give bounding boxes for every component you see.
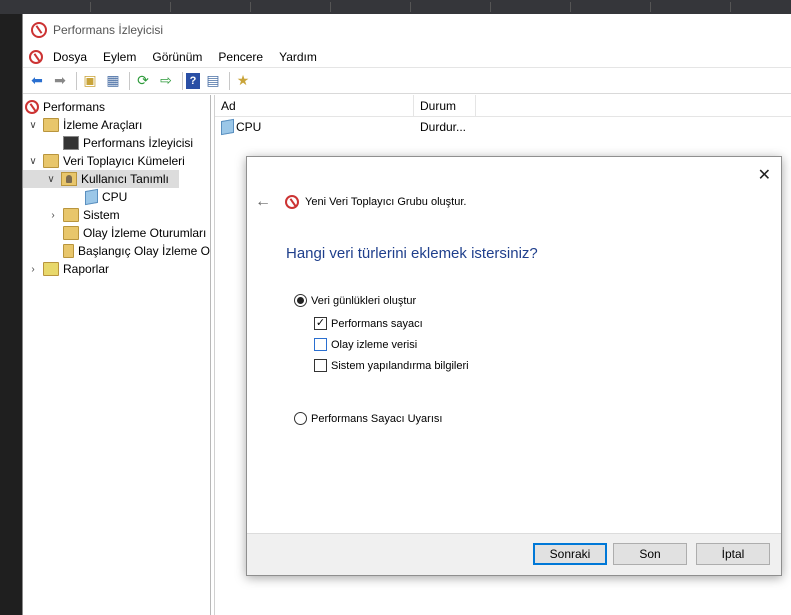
monitor-chart-icon xyxy=(63,136,79,150)
window-title: Performans İzleyicisi xyxy=(53,23,164,37)
menu-bar: Dosya Eylem Görünüm Pencere Yardım xyxy=(23,46,791,68)
radio-create-data-logs[interactable]: Veri günlükleri oluştur xyxy=(294,294,416,307)
tree-item-collector-sets[interactable]: ∨ Veri Toplayıcı Kümeleri xyxy=(23,152,210,170)
chevron-right-icon[interactable]: › xyxy=(47,210,59,221)
wizard-question: Hangi veri türlerini eklemek istersiniz? xyxy=(286,245,538,262)
radio-button-unchecked[interactable] xyxy=(294,412,307,425)
list-header: Ad Durum xyxy=(215,95,791,117)
wizard-header: ← Yeni Veri Toplayıcı Grubu oluştur. xyxy=(255,193,466,211)
forward-arrow-icon[interactable]: ➡ xyxy=(50,71,70,91)
perfmon-app-icon xyxy=(285,195,299,209)
back-arrow-icon[interactable]: ← xyxy=(255,193,271,211)
tree-item-monitoring-tools[interactable]: ∨ İzleme Araçları xyxy=(23,116,210,134)
tree-item-user-defined[interactable]: ∨ Kullanıcı Tanımlı xyxy=(23,170,179,188)
checkbox-unchecked[interactable] xyxy=(314,338,327,351)
data-collector-set-icon xyxy=(221,118,234,136)
status-cell: Durdur... xyxy=(420,120,467,134)
wizard-footer: Sonraki Son İptal xyxy=(247,533,781,575)
new-item-icon[interactable]: ★ xyxy=(233,71,253,91)
menu-action[interactable]: Eylem xyxy=(95,50,144,64)
column-header-status[interactable]: Durum xyxy=(414,95,476,116)
radio-performance-counter-alert[interactable]: Performans Sayacı Uyarısı xyxy=(294,412,442,425)
checkbox-unchecked[interactable] xyxy=(314,359,327,372)
folder-icon xyxy=(63,226,79,240)
navigation-tree: Performans ∨ İzleme Araçları Performans … xyxy=(23,95,211,615)
toolbar: ⬅ ➡ ▣ ▦ ⟳ ⇨ ? ▤ ★ xyxy=(23,68,791,94)
table-row[interactable]: CPU Durdur... xyxy=(215,117,791,137)
help-icon[interactable]: ? xyxy=(186,72,200,89)
chevron-right-icon[interactable]: › xyxy=(27,264,39,275)
checkbox-system-config[interactable]: Sistem yapılandırma bilgileri xyxy=(314,359,469,372)
tree-item-cpu[interactable]: CPU xyxy=(23,188,210,206)
cancel-button[interactable]: İptal xyxy=(696,543,770,565)
background-browser-tabs xyxy=(0,0,791,14)
checkbox-performance-counter[interactable]: ✓ Performans sayacı xyxy=(314,317,423,330)
background-desktop xyxy=(0,0,22,615)
chevron-down-icon[interactable]: ∨ xyxy=(45,174,57,185)
folder-icon xyxy=(63,244,74,258)
tree-item-performance-monitor[interactable]: Performans İzleyicisi xyxy=(23,134,210,152)
checkbox-checked[interactable]: ✓ xyxy=(314,317,327,330)
folder-icon xyxy=(43,154,59,168)
radio-button-checked[interactable] xyxy=(294,294,307,307)
title-bar[interactable]: Performans İzleyicisi xyxy=(23,14,791,46)
tree-item-reports[interactable]: › Raporlar xyxy=(23,260,210,278)
next-button[interactable]: Sonraki xyxy=(533,543,607,565)
refresh-icon[interactable]: ⟳ xyxy=(133,71,153,91)
menu-view[interactable]: Görünüm xyxy=(144,50,210,64)
chevron-down-icon[interactable]: ∨ xyxy=(27,156,39,167)
checkbox-event-trace-data[interactable]: Olay izleme verisi xyxy=(314,338,417,351)
tree-item-event-trace-sessions[interactable]: Olay İzleme Oturumları xyxy=(23,224,210,242)
wizard-title: Yeni Veri Toplayıcı Grubu oluştur. xyxy=(305,196,467,208)
tree-item-startup-trace-sessions[interactable]: Başlangıç Olay İzleme O xyxy=(23,242,210,260)
properties-icon[interactable]: ▤ xyxy=(203,71,223,91)
chevron-down-icon[interactable]: ∨ xyxy=(27,120,39,131)
tree-item-performance[interactable]: Performans xyxy=(23,98,210,116)
perfmon-node-icon xyxy=(25,100,39,114)
show-hide-tree-icon[interactable]: ▦ xyxy=(103,71,123,91)
reports-folder-icon xyxy=(43,262,59,276)
data-collector-set-icon xyxy=(85,188,98,206)
folder-icon xyxy=(43,118,59,132)
back-arrow-icon[interactable]: ⬅ xyxy=(27,71,47,91)
perfmon-app-icon xyxy=(31,22,47,38)
menu-help[interactable]: Yardım xyxy=(271,50,325,64)
user-folder-icon xyxy=(61,172,77,186)
menu-file[interactable]: Dosya xyxy=(45,50,95,64)
export-list-icon[interactable]: ⇨ xyxy=(156,71,176,91)
finish-button[interactable]: Son xyxy=(613,543,687,565)
system-menu-icon[interactable] xyxy=(29,49,43,64)
column-header-name[interactable]: Ad xyxy=(215,95,414,116)
close-icon[interactable]: ✕ xyxy=(758,165,771,185)
folder-icon xyxy=(63,208,79,222)
up-folder-icon[interactable]: ▣ xyxy=(80,71,100,91)
new-collector-set-wizard: ✕ ← Yeni Veri Toplayıcı Grubu oluştur. H… xyxy=(246,156,782,576)
menu-window[interactable]: Pencere xyxy=(210,50,271,64)
tree-item-system[interactable]: › Sistem xyxy=(23,206,210,224)
